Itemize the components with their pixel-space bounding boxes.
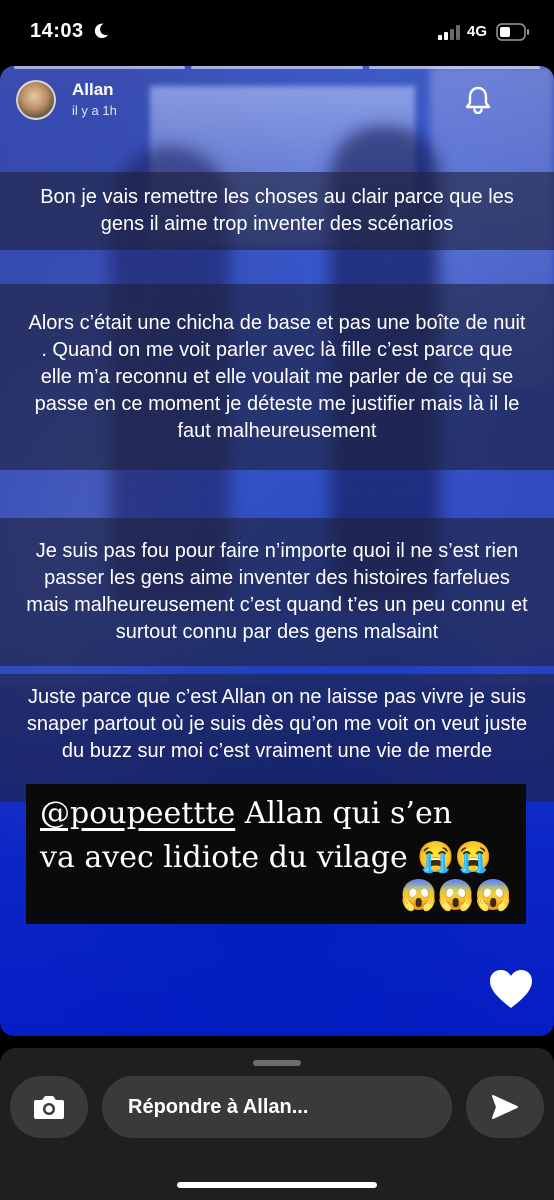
story-view[interactable]: Allan il y a 1h Bon je vais remettre les… xyxy=(0,66,554,1036)
progress-segment xyxy=(14,66,186,69)
camera-icon xyxy=(34,1096,64,1119)
caption-text: Juste parce que c’est Allan on ne laisse… xyxy=(26,686,528,762)
moon-icon xyxy=(94,23,109,39)
caption-band: Bon je vais remettre les choses au clair… xyxy=(0,172,554,250)
progress-segment xyxy=(191,66,363,69)
camera-button[interactable] xyxy=(10,1076,88,1138)
send-button[interactable] xyxy=(466,1076,544,1138)
reply-placeholder: Répondre à Allan... xyxy=(128,1095,309,1118)
progress-segment xyxy=(368,66,540,69)
home-indicator[interactable] xyxy=(177,1182,377,1188)
caption-band: Je suis pas fou pour faire n’importe quo… xyxy=(0,518,554,666)
battery-icon xyxy=(496,23,529,41)
sticker-text: va avec lidiote du vilage xyxy=(40,840,418,875)
grab-handle[interactable] xyxy=(253,1060,301,1066)
avatar[interactable] xyxy=(16,80,56,120)
crying-emoji: 😭😭 xyxy=(417,840,492,875)
caption-text: Alors c’était une chicha de base et pas … xyxy=(28,311,526,442)
status-time: 14:03 xyxy=(30,20,84,42)
caption-text: Bon je vais remettre les choses au clair… xyxy=(40,186,514,235)
send-icon xyxy=(492,1095,518,1119)
bell-icon xyxy=(465,86,491,114)
author-name[interactable]: Allan xyxy=(72,80,114,100)
heart-icon[interactable] xyxy=(488,968,534,1010)
network-label: 4G xyxy=(467,23,488,40)
screaming-emoji: 😱😱😱 xyxy=(399,878,512,913)
post-time: il y a 1h xyxy=(72,103,117,118)
status-bar: 14:03 4G xyxy=(0,0,554,66)
story-progress xyxy=(14,66,540,69)
reply-area: Répondre à Allan... xyxy=(0,1048,554,1200)
text-sticker: @poupeettte Allan qui s’en va avec lidio… xyxy=(26,784,526,924)
signal-icon xyxy=(438,25,460,40)
sticker-line: @poupeettte Allan qui s’en xyxy=(40,792,512,836)
reply-input[interactable]: Répondre à Allan... xyxy=(102,1076,452,1138)
caption-band: Alors c’était une chicha de base et pas … xyxy=(0,284,554,470)
notify-button[interactable] xyxy=(462,84,494,116)
mention-tag[interactable]: @poupeettte xyxy=(40,796,235,831)
sticker-text: Allan qui s’en xyxy=(235,796,453,831)
caption-text: Je suis pas fou pour faire n’importe quo… xyxy=(26,540,528,643)
caption-band: Juste parce que c’est Allan on ne laisse… xyxy=(0,674,554,802)
